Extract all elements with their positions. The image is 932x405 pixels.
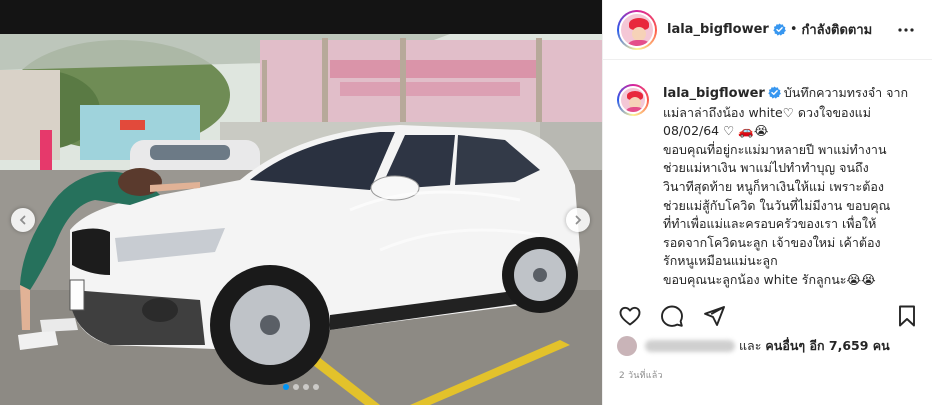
share-icon: [704, 306, 725, 326]
carousel-next-button[interactable]: [566, 208, 590, 232]
verified-badge-icon: [773, 23, 786, 36]
carousel-dot: [303, 384, 309, 390]
caption-line: วินาทีสุดท้าย หนูก็หาเงินให้แม่ เพราะต้อ…: [663, 178, 884, 194]
avatar[interactable]: [617, 9, 657, 50]
carousel-dot: [313, 384, 319, 390]
heart-icon: [619, 306, 641, 326]
comment-button[interactable]: [659, 303, 685, 329]
carousel-dot: [293, 384, 299, 390]
chevron-right-icon: [575, 215, 582, 225]
caption-username[interactable]: lala_bigflower: [663, 86, 765, 101]
caption: lala_bigflower บันทึกความทรงจำ จาก แม่ลา…: [617, 84, 923, 290]
caption-avatar[interactable]: [617, 84, 649, 116]
caption-line: ช่วยแม่หาเงิน พาแม่ไปทำทำบุญ จนถึง: [663, 160, 869, 176]
comment-icon: [661, 305, 683, 327]
verified-badge-icon: [768, 86, 781, 99]
post-photo: [0, 0, 602, 405]
more-horizontal-icon: [898, 27, 914, 32]
carousel-indicator: [0, 384, 602, 390]
avatar-image: [619, 11, 655, 48]
caption-text: lala_bigflower บันทึกความทรงจำ จาก แม่ลา…: [663, 84, 919, 290]
like-button[interactable]: [617, 303, 643, 329]
instagram-post: lala_bigflower • กำลังติดตาม lala_bigflo…: [0, 0, 932, 405]
bookmark-icon: [899, 305, 915, 327]
caption-line: ขอบคุณที่อยู่กะแม่มาหลายปี พาแม่ทำงาน: [663, 141, 887, 157]
follow-separator: •: [789, 22, 798, 37]
chevron-left-icon: [19, 215, 26, 225]
post-details-panel: lala_bigflower • กำลังติดตาม lala_bigflo…: [602, 0, 932, 405]
caption-line: รอดจากโควิดนะลูก เจ้าของใหม่ เค้าต้อง: [663, 234, 881, 250]
caption-line: รักหนูเหมือนแม่นะลูก: [663, 253, 778, 269]
caption-line: บันทึกความทรงจำ จาก: [783, 85, 909, 100]
caption-line: ขอบคุณนะลูกน้อง white รักลูกนะ😭😭: [663, 271, 876, 287]
carousel-prev-button[interactable]: [11, 208, 35, 232]
liker-avatar: [617, 336, 637, 356]
following-button[interactable]: กำลังติดตาม: [802, 19, 873, 40]
carousel-dot: [283, 384, 289, 390]
avatar-image: [619, 86, 647, 114]
post-header: lala_bigflower • กำลังติดตาม: [603, 0, 932, 60]
post-media[interactable]: [0, 0, 602, 405]
more-options-button[interactable]: [894, 18, 918, 42]
liker-name-blurred: [645, 340, 735, 352]
caption-line: ช่วยแม่สู้กับโควิด ในวันที่ไม่มีงาน ขอบค…: [663, 197, 891, 213]
post-timestamp[interactable]: 2 วันที่แล้ว: [619, 368, 663, 382]
caption-line: 08/02/64 ♡ 🚗😭: [663, 123, 769, 139]
caption-line: ที่ทำเพื่อแม่และครอบครัวของเรา เพื่อให้: [663, 216, 877, 232]
likes-summary[interactable]: และ คนอื่นๆ อีก 7,659 คน: [617, 336, 890, 356]
caption-line: แม่ลาล่าถึงน้อง white♡ ดวงใจของแม่: [663, 104, 871, 120]
likes-prefix: และ: [739, 338, 762, 353]
header-username[interactable]: lala_bigflower: [667, 22, 769, 37]
likes-others[interactable]: คนอื่นๆ อีก 7,659 คน: [765, 336, 889, 356]
action-bar: [617, 300, 920, 332]
save-button[interactable]: [894, 303, 920, 329]
share-button[interactable]: [701, 303, 727, 329]
caption-first-line: lala_bigflower บันทึกความทรงจำ จาก: [663, 84, 919, 104]
